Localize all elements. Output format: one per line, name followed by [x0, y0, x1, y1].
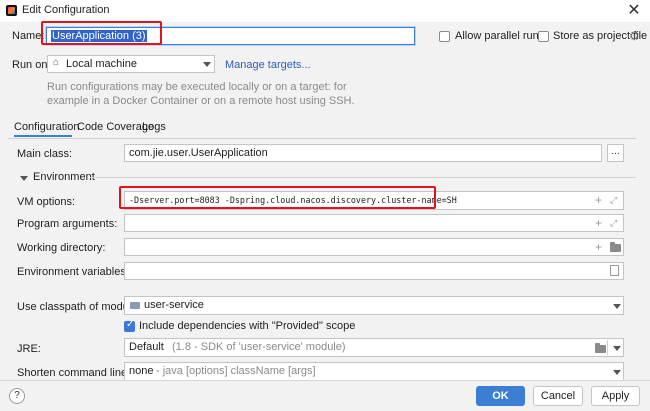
document-icon[interactable]: [610, 265, 619, 276]
jre-dropdown[interactable]: Default (1.8 - SDK of 'user-service' mod…: [124, 338, 624, 357]
ok-button[interactable]: OK: [476, 386, 525, 406]
chevron-down-icon: [613, 304, 621, 309]
run-on-dropdown[interactable]: ⌂ Local machine: [47, 55, 215, 73]
chevron-down-icon: [613, 370, 621, 375]
include-provided-checkbox[interactable]: [124, 319, 135, 332]
jre-detail: (1.8 - SDK of 'user-service' module): [172, 341, 346, 353]
highlight-box-name: [41, 21, 162, 45]
classpath-value: user-service: [144, 299, 204, 311]
jre-value: Default: [129, 341, 164, 353]
folder-icon[interactable]: [610, 242, 621, 252]
home-icon: ⌂: [53, 57, 60, 68]
tab-configuration[interactable]: Configuration: [14, 121, 79, 133]
add-icon[interactable]: +: [595, 217, 602, 229]
module-folder-icon: [130, 302, 140, 309]
title-bar: Edit Configuration ✕: [0, 0, 650, 22]
environment-variables-input[interactable]: [124, 262, 624, 280]
chevron-down-icon: [613, 346, 621, 351]
shorten-command-line-label: Shorten command line:: [17, 367, 131, 379]
include-provided-label: Include dependencies with "Provided" sco…: [139, 320, 356, 332]
vm-options-label: VM options:: [17, 196, 76, 208]
section-divider: [90, 177, 636, 178]
jre-label: JRE:: [17, 343, 41, 355]
dropdown-divider: [607, 340, 608, 355]
environment-variables-label: Environment variables:: [17, 266, 129, 278]
main-class-input[interactable]: com.jie.user.UserApplication: [124, 144, 602, 162]
intellij-app-icon: [6, 5, 17, 16]
environment-collapse-icon[interactable]: [20, 176, 28, 181]
run-on-hint-line2: example in a Docker Container or on a re…: [47, 95, 355, 107]
program-arguments-label: Program arguments:: [17, 218, 118, 230]
allow-parallel-checkbox[interactable]: [439, 31, 450, 42]
gear-icon[interactable]: ⚙: [629, 29, 640, 43]
manage-targets-link[interactable]: Manage targets...: [225, 59, 311, 71]
close-icon[interactable]: ✕: [624, 1, 644, 21]
help-button[interactable]: ?: [9, 388, 25, 404]
chevron-down-icon: [203, 62, 211, 67]
shorten-command-line-dropdown[interactable]: none - java [options] className [args]: [124, 362, 624, 381]
active-tab-indicator: [14, 135, 72, 137]
highlight-box-vm-options: [119, 186, 436, 209]
name-label: Name:: [12, 30, 45, 42]
allow-parallel-label: Allow parallel run: [455, 30, 539, 42]
window-title: Edit Configuration: [22, 4, 110, 16]
working-directory-input[interactable]: [124, 238, 624, 256]
add-icon[interactable]: +: [595, 241, 602, 253]
browse-main-class-button[interactable]: ...: [607, 144, 624, 162]
folder-icon[interactable]: [595, 343, 606, 353]
add-icon[interactable]: +: [595, 194, 602, 206]
run-on-hint-line1: Run configurations may be executed local…: [47, 81, 347, 93]
main-class-label: Main class:: [17, 148, 73, 160]
classpath-label: Use classpath of module:: [17, 301, 141, 313]
expand-icon[interactable]: ⤢: [610, 218, 617, 229]
apply-button[interactable]: Apply: [591, 386, 640, 406]
shorten-value: none: [129, 365, 154, 377]
expand-icon[interactable]: ⤢: [610, 195, 617, 206]
store-as-file-checkbox[interactable]: [538, 31, 549, 42]
program-arguments-input[interactable]: [124, 214, 624, 232]
environment-section-label: Environment: [33, 171, 95, 183]
working-directory-label: Working directory:: [17, 242, 106, 254]
cancel-button[interactable]: Cancel: [533, 386, 583, 406]
run-on-label: Run on:: [12, 59, 51, 71]
run-on-value: Local machine: [66, 58, 137, 70]
tab-logs[interactable]: Logs: [142, 121, 166, 133]
shorten-detail: - java [options] className [args]: [156, 365, 316, 377]
classpath-dropdown[interactable]: user-service: [124, 296, 624, 315]
